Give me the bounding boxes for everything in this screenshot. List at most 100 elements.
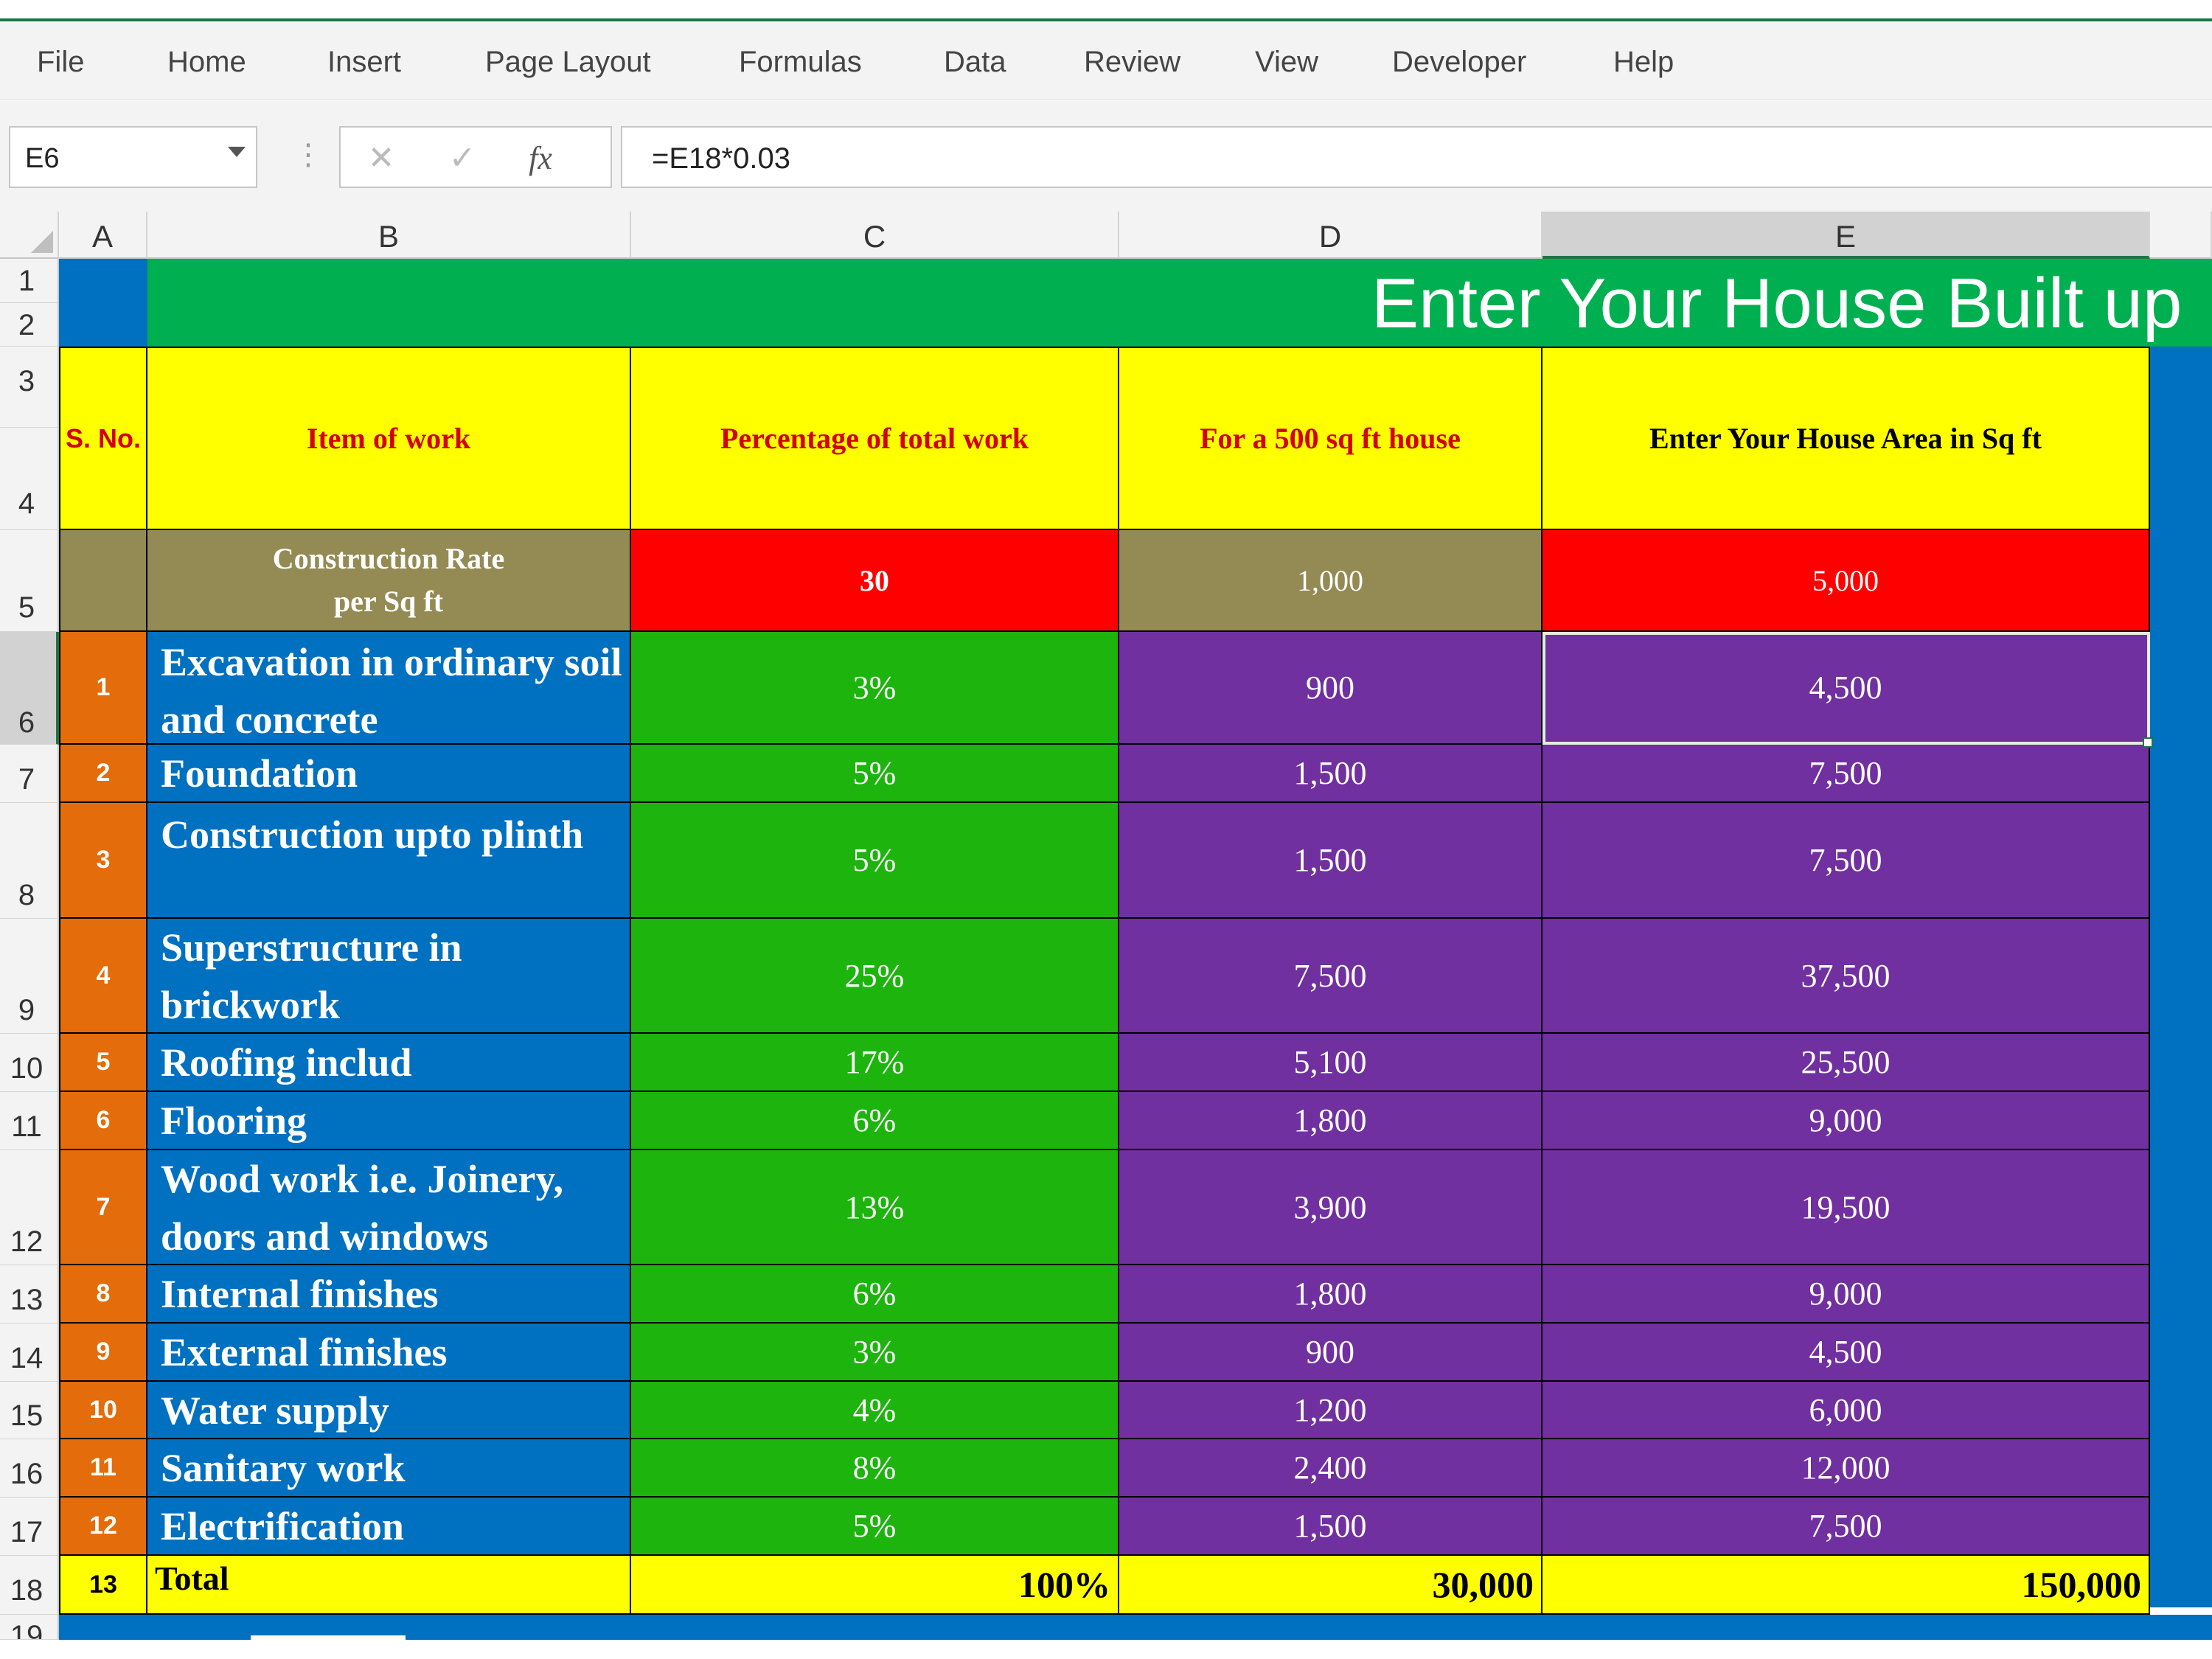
formula-input[interactable]: =E18*0.03 [621,126,2212,188]
row-header-4[interactable]: 4 [0,428,59,530]
percentage-cell[interactable]: 6% [631,1265,1119,1324]
item-cell[interactable]: Electrification [147,1498,631,1556]
amount-area-cell[interactable]: 12,000 [1543,1439,2150,1498]
sno-cell[interactable]: 5 [59,1034,147,1092]
chevron-down-icon[interactable] [228,147,246,157]
menu-file[interactable]: File [37,21,84,100]
menu-view[interactable]: View [1255,21,1318,100]
amount-area-cell[interactable]: 19,500 [1543,1150,2150,1265]
percentage-cell[interactable]: 25% [631,919,1119,1034]
percentage-cell[interactable]: 8% [631,1439,1119,1498]
row-header-8[interactable]: 8 [0,803,59,919]
total-percentage[interactable]: 100% [631,1556,1119,1615]
row-header-14[interactable]: 14 [0,1324,59,1382]
item-cell[interactable]: External finishes [147,1324,631,1382]
amount-area-cell[interactable]: 4,500 [1543,632,2150,745]
insert-function-icon[interactable]: fx [515,128,566,187]
column-header-c[interactable]: C [631,212,1119,259]
percentage-cell[interactable]: 5% [631,1498,1119,1556]
sno-cell[interactable]: 3 [59,803,147,919]
sno-cell[interactable]: 11 [59,1439,147,1498]
amount-500-cell[interactable]: 1,500 [1119,745,1543,803]
amount-500-cell[interactable]: 1,500 [1119,1498,1543,1556]
title-band[interactable]: Enter Your House Built up [147,259,2212,347]
cell-a5[interactable] [59,530,147,632]
name-box[interactable]: E6 [9,126,257,188]
column-header-e[interactable]: E [1543,212,2150,259]
amount-area-cell[interactable]: 7,500 [1543,1498,2150,1556]
menu-help[interactable]: Help [1613,21,1674,100]
rate-label[interactable]: Construction Rate per Sq ft [147,530,631,632]
sno-cell[interactable]: 1 [59,632,147,745]
column-header-d[interactable]: D [1119,212,1543,259]
item-cell[interactable]: Internal finishes [147,1265,631,1324]
amount-500-cell[interactable]: 5,100 [1119,1034,1543,1092]
row-header-15[interactable]: 15 [0,1382,59,1439]
row-header-12[interactable]: 12 [0,1150,59,1265]
more-options-icon[interactable]: ⋮ [293,133,323,177]
rate-d5[interactable]: 1,000 [1119,530,1543,632]
row-header-7[interactable]: 7 [0,745,59,803]
column-header-b[interactable]: B [147,212,631,259]
sno-cell[interactable]: 9 [59,1324,147,1382]
percentage-cell[interactable]: 3% [631,1324,1119,1382]
amount-500-cell[interactable]: 900 [1119,1324,1543,1382]
header-sno[interactable]: S. No. [59,347,147,530]
rate-c5[interactable]: 30 [631,530,1119,632]
row-header-10[interactable]: 10 [0,1034,59,1092]
item-cell[interactable]: Superstructure in brickwork [147,919,631,1034]
amount-500-cell[interactable]: 1,800 [1119,1265,1543,1324]
amount-500-cell[interactable]: 1,800 [1119,1092,1543,1150]
item-cell[interactable]: Water supply [147,1382,631,1439]
row-header-3[interactable]: 3 [0,347,59,428]
menu-formulas[interactable]: Formulas [739,21,862,100]
row-header-5[interactable]: 5 [0,530,59,632]
menu-insert[interactable]: Insert [327,21,401,100]
row-header-11[interactable]: 11 [0,1092,59,1150]
amount-area-cell[interactable]: 37,500 [1543,919,2150,1034]
percentage-cell[interactable]: 4% [631,1382,1119,1439]
header-for-500[interactable]: For a 500 sq ft house [1119,347,1543,530]
sno-cell[interactable]: 2 [59,745,147,803]
amount-area-cell[interactable]: 6,000 [1543,1382,2150,1439]
item-cell[interactable]: Excavation in ordinary soil and concrete [147,632,631,745]
column-header-f[interactable] [2150,212,2212,259]
column-f-fill[interactable] [2150,347,2212,1607]
amount-area-cell[interactable]: 9,000 [1543,1092,2150,1150]
amount-area-cell[interactable]: 4,500 [1543,1324,2150,1382]
percentage-cell[interactable]: 13% [631,1150,1119,1265]
row-header-2[interactable]: 2 [0,303,59,347]
amount-area-cell[interactable]: 7,500 [1543,745,2150,803]
amount-500-cell[interactable]: 1,200 [1119,1382,1543,1439]
sno-cell[interactable]: 7 [59,1150,147,1265]
menu-page-layout[interactable]: Page Layout [485,21,651,100]
percentage-cell[interactable]: 6% [631,1092,1119,1150]
menu-home[interactable]: Home [167,21,246,100]
percentage-cell[interactable]: 17% [631,1034,1119,1092]
item-cell[interactable]: Wood work i.e. Joinery, doors and window… [147,1150,631,1265]
percentage-cell[interactable]: 3% [631,632,1119,745]
amount-500-cell[interactable]: 3,900 [1119,1150,1543,1265]
item-cell[interactable]: Construction upto plinth [147,803,631,919]
rate-e5[interactable]: 5,000 [1543,530,2150,632]
total-label[interactable]: Total [147,1556,631,1615]
total-sno[interactable]: 13 [59,1556,147,1615]
cell-a1[interactable] [59,259,147,347]
row-header-16[interactable]: 16 [0,1439,59,1498]
amount-500-cell[interactable]: 7,500 [1119,919,1543,1034]
row-header-19[interactable]: 19 [0,1615,59,1640]
sno-cell[interactable]: 4 [59,919,147,1034]
item-cell[interactable]: Sanitary work [147,1439,631,1498]
sno-cell[interactable]: 8 [59,1265,147,1324]
item-cell[interactable]: Roofing includ [147,1034,631,1092]
row-header-18[interactable]: 18 [0,1556,59,1615]
row-header-17[interactable]: 17 [0,1498,59,1556]
header-enter-area[interactable]: Enter Your House Area in Sq ft [1543,347,2150,530]
percentage-cell[interactable]: 5% [631,745,1119,803]
item-cell[interactable]: Flooring [147,1092,631,1150]
sno-cell[interactable]: 12 [59,1498,147,1556]
sno-cell[interactable]: 6 [59,1092,147,1150]
header-item[interactable]: Item of work [147,347,631,530]
sno-cell[interactable]: 10 [59,1382,147,1439]
total-amount-area[interactable]: 150,000 [1543,1556,2150,1615]
